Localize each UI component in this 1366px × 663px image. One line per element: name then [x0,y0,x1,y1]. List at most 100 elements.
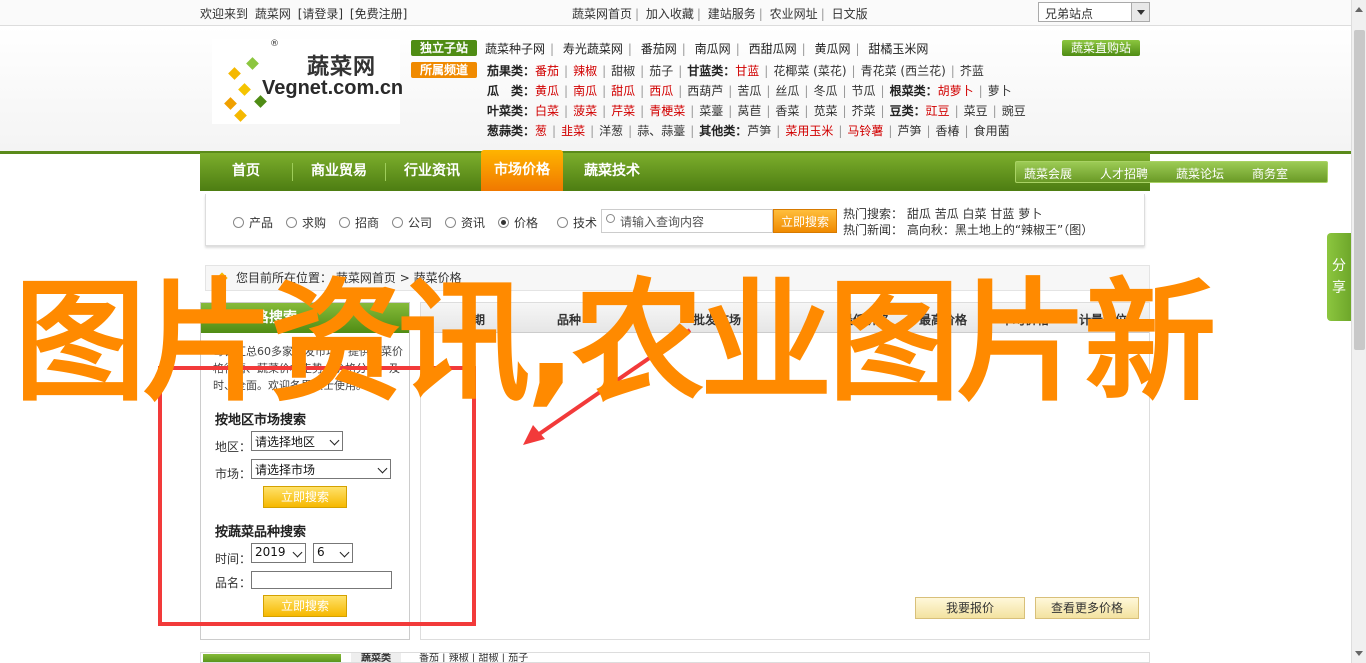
nav-trade[interactable]: 商业贸易 [293,153,385,191]
search-button[interactable]: 立即搜索 [773,209,837,233]
hot-item[interactable]: 苦瓜 [935,207,959,221]
veg-link[interactable]: 番茄 [535,64,559,78]
veg-link[interactable]: 茄子 [649,64,673,78]
veg-link[interactable]: 花椰菜 (菜花) [773,64,846,78]
hot-item[interactable]: 白菜 [963,207,987,221]
veg-link[interactable]: 青花菜 (西兰花) [861,64,946,78]
login-link[interactable]: [请登录] [298,7,343,21]
veg-link[interactable]: 芥菜 [852,104,876,118]
veg-link[interactable]: 丝瓜 [775,84,799,98]
veg-link[interactable]: 菜豆 [964,104,988,118]
veg-link[interactable]: 西葫芦 [687,84,723,98]
welcome-area: 欢迎来到 蔬菜网 [请登录] [免费注册] [200,5,410,22]
top-link-agri[interactable]: 农业网址 [770,7,818,21]
veg-link[interactable]: 苦瓜 [737,84,761,98]
report-price-button[interactable]: 我要报价 [915,597,1025,619]
bottom-link[interactable]: 茄子 [508,653,528,662]
search-type-radio[interactable]: 招商 [339,214,379,231]
veg-link[interactable]: 节瓜 [852,84,876,98]
veg-link[interactable]: 芦笋 [897,124,921,138]
bottom-link[interactable]: 辣椒 [449,653,469,662]
veg-link[interactable]: 洋葱 [599,124,623,138]
register-link[interactable]: [免费注册] [350,7,407,21]
veg-link[interactable]: 苋菜 [813,104,837,118]
veg-link[interactable]: 菜薹 [699,104,723,118]
veg-link[interactable]: 南瓜 [573,84,597,98]
veg-link[interactable]: 白菜 [535,104,559,118]
veg-link[interactable]: 香菜 [775,104,799,118]
veg-link[interactable]: 胡萝卜 [938,84,974,98]
top-link-home[interactable]: 蔬菜网首页 [572,7,632,21]
sub-site-link[interactable]: 黄瓜网 [814,42,850,56]
top-link-japanese[interactable]: 日文版 [832,7,868,21]
veg-link[interactable]: 芦笋 [747,124,771,138]
veg-row-label: 葱蒜类： [487,124,536,138]
veg-link[interactable]: 萝卜 [988,84,1012,98]
scroll-thumb[interactable] [1354,30,1365,350]
bottom-link[interactable]: 甜椒 [478,653,498,662]
search-type-radio[interactable]: 公司 [392,214,432,231]
veg-row-label: 叶菜类： [487,104,536,118]
veg-row: 叶菜类：白菜 | 菠菜 | 芹菜 | 青梗菜 | 菜薹 | 莴苣 | 香菜 | 苋菜 | 芥菜 | 豆类：豇豆 | 菜豆… [487,104,1026,118]
search-type-radio[interactable]: 产品 [233,214,273,231]
scroll-down-icon[interactable] [1355,651,1363,660]
search-type-radio[interactable]: 求购 [286,214,326,231]
subnav-jobs[interactable]: 人才招聘 [1100,165,1148,182]
more-prices-button[interactable]: 查看更多价格 [1035,597,1139,619]
chevron-down-icon [1131,3,1149,21]
veg-link[interactable]: 菠菜 [573,104,597,118]
veg-link[interactable]: 马铃薯 [847,124,883,138]
sub-site-link[interactable]: 番茄网 [641,42,677,56]
sub-site-link[interactable]: 寿光蔬菜网 [563,42,623,56]
veg-link[interactable]: 芥蓝 [960,64,984,78]
subnav-expo[interactable]: 蔬菜会展 [1024,165,1072,182]
veg-link[interactable]: 青梗菜 [649,104,685,118]
sub-site-link[interactable]: 南瓜网 [695,42,731,56]
search-type-radio[interactable]: 资讯 [445,214,485,231]
bottom-link[interactable]: 番茄 [419,653,439,662]
veg-link[interactable]: 葱 [535,124,547,138]
veg-link[interactable]: 甜椒 [611,64,635,78]
veg-link[interactable]: 蒜、蒜薹 [637,124,685,138]
veg-link[interactable]: 食用菌 [974,124,1010,138]
site-link[interactable]: 蔬菜网 [255,7,291,21]
search-type-radio[interactable]: 价格 [498,214,538,231]
share-tab[interactable]: 分 享 [1327,233,1351,321]
top-link-favorite[interactable]: 加入收藏 [646,7,694,21]
subnav-office[interactable]: 商务室 [1252,165,1288,182]
sub-site-link[interactable]: 甜橘玉米网 [868,42,928,56]
nav-market-price[interactable]: 市场价格 [481,150,563,191]
share-label-2: 享 [1332,280,1346,296]
veg-link[interactable]: 韭菜 [561,124,585,138]
hot-item[interactable]: 甘蓝 [990,207,1014,221]
hot-item[interactable]: 萝卜 [1018,207,1042,221]
sub-site-link[interactable]: 蔬菜种子网 [485,42,545,56]
veg-link[interactable]: 甜瓜 [611,84,635,98]
site-logo[interactable]: 蔬菜网 Vegnet.com.cn ® [212,39,403,124]
hot-item[interactable]: 甜瓜 [907,207,931,221]
veg-link[interactable]: 西瓜 [649,84,673,98]
veg-link[interactable]: 辣椒 [573,64,597,78]
page-scrollbar[interactable] [1351,0,1366,663]
hot-news-link[interactable]: 高向秋：黑土地上的“辣椒王”（图） [907,223,1093,237]
nav-home[interactable]: 首页 [200,153,292,191]
sub-site-link[interactable]: 西甜瓜网 [749,42,797,56]
top-link-build[interactable]: 建站服务 [708,7,756,21]
veg-link[interactable]: 冬瓜 [813,84,837,98]
direct-buy-button[interactable]: 蔬菜直购站 [1062,40,1140,56]
sister-site-select[interactable]: 兄弟站点 [1038,2,1150,22]
veg-link[interactable]: 香椿 [936,124,960,138]
veg-link[interactable]: 甘蓝 [735,64,759,78]
scroll-up-icon[interactable] [1355,3,1363,12]
veg-link[interactable]: 豌豆 [1002,104,1026,118]
nav-news[interactable]: 行业资讯 [386,153,478,191]
subnav-forum[interactable]: 蔬菜论坛 [1176,165,1224,182]
veg-link[interactable]: 菜用玉米 [785,124,833,138]
search-type-radio[interactable]: 技术 [557,214,597,231]
veg-link[interactable]: 莴苣 [737,104,761,118]
veg-link[interactable]: 芹菜 [611,104,635,118]
nav-tech[interactable]: 蔬菜技术 [566,153,658,191]
search-input[interactable]: 请输入查询内容 [601,209,773,233]
veg-link[interactable]: 黄瓜 [535,84,559,98]
veg-link[interactable]: 豇豆 [926,104,950,118]
